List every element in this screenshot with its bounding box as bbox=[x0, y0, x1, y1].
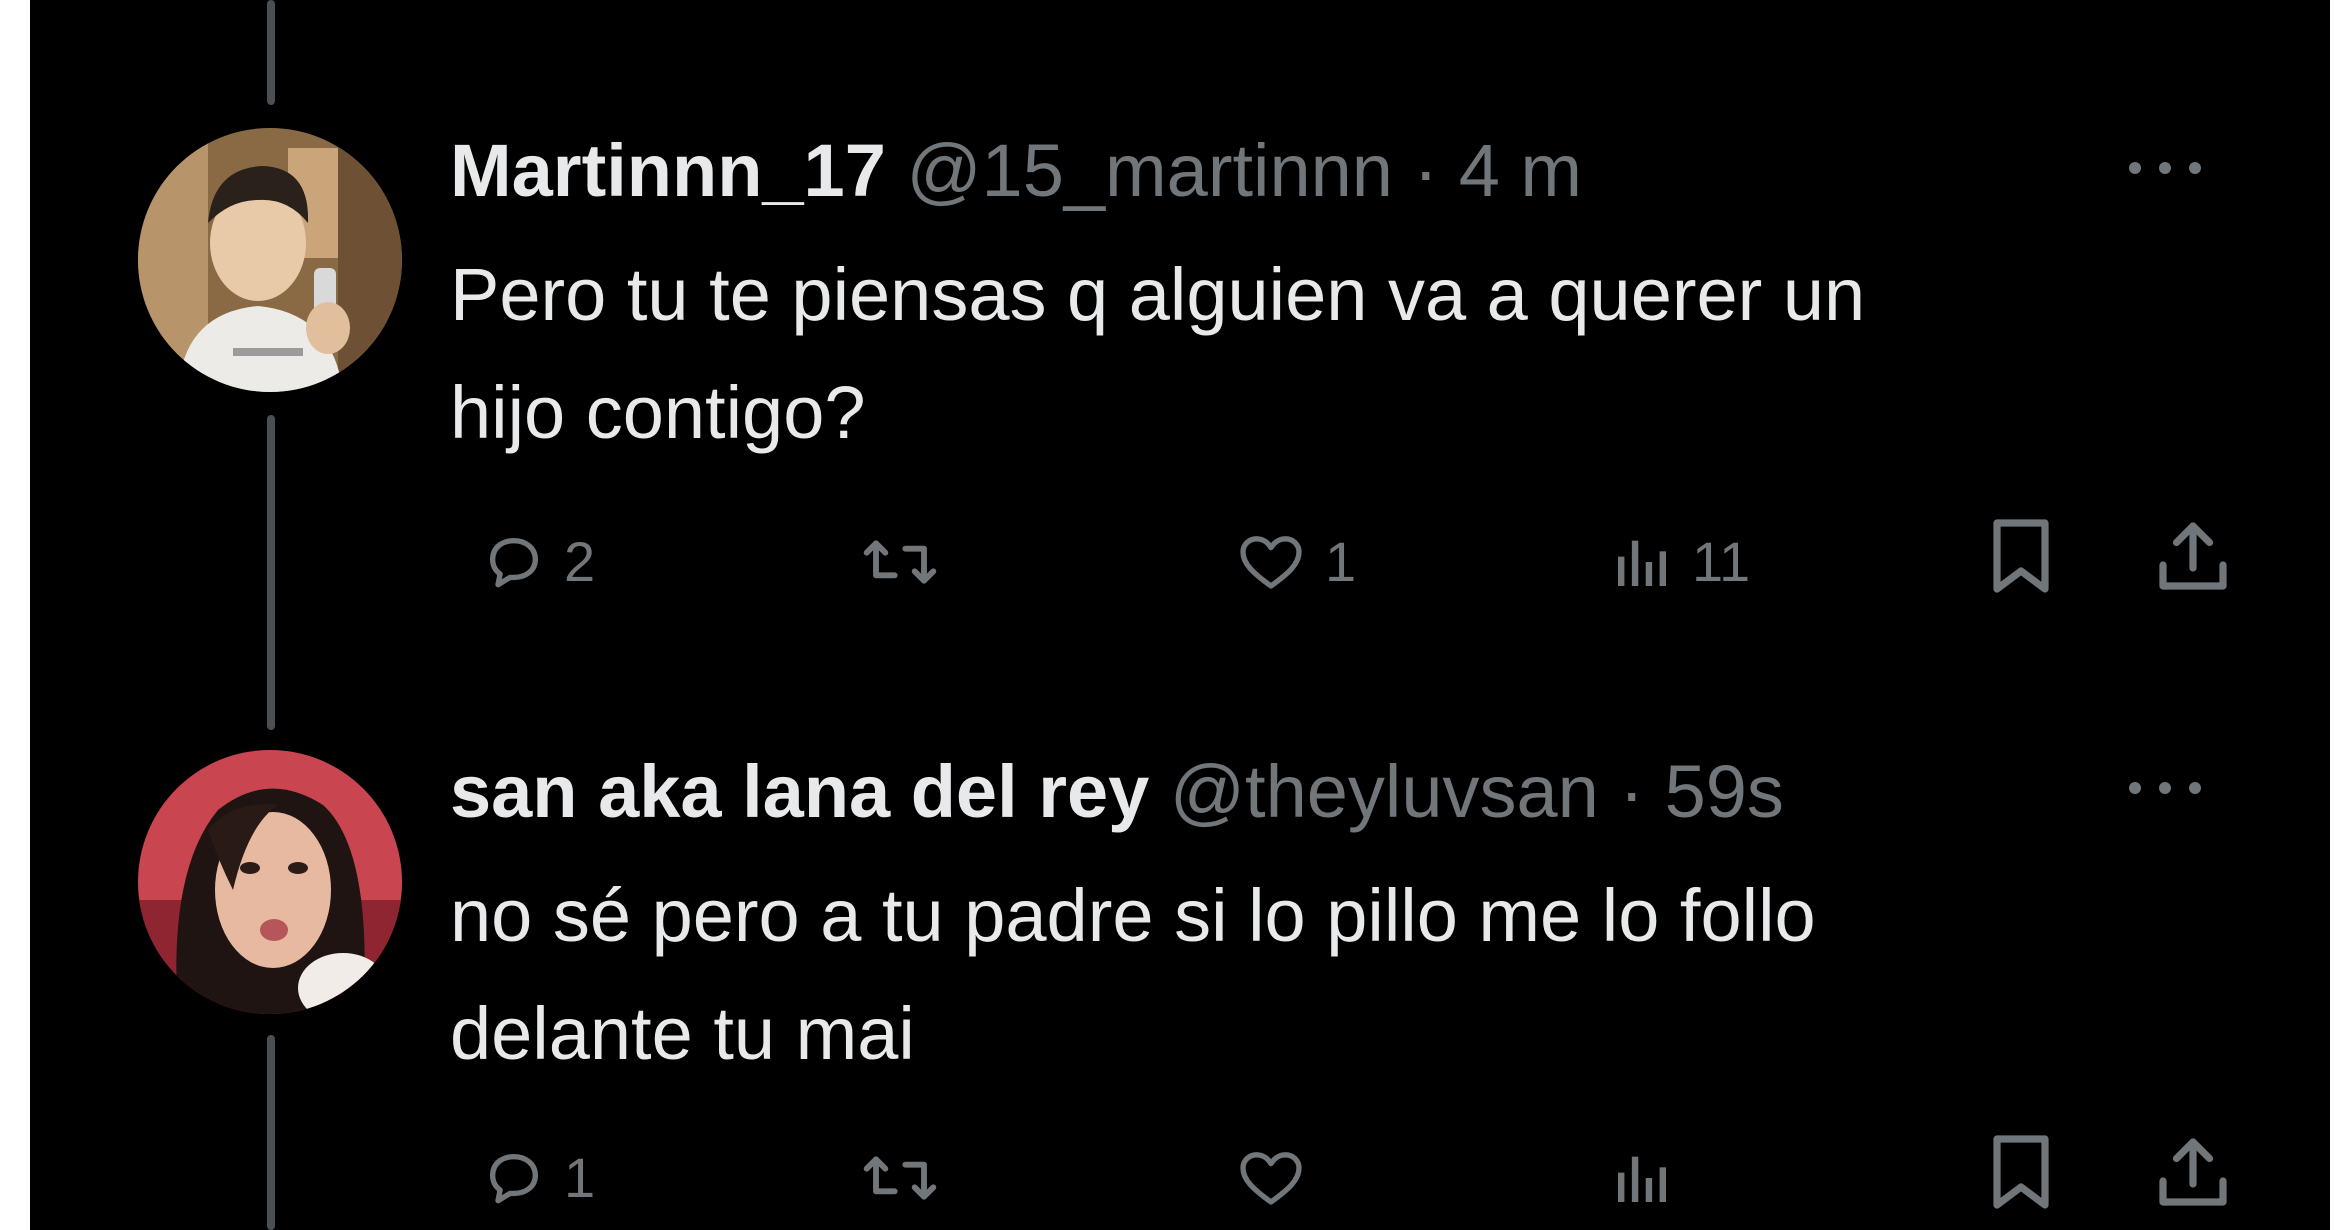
tweet-text: no sé pero a tu padre si lo pillo me lo … bbox=[450, 857, 2250, 1093]
more-dots-icon[interactable] bbox=[2120, 773, 2210, 803]
heart-icon bbox=[1240, 1152, 1302, 1205]
retweet-icon bbox=[863, 1156, 937, 1200]
tweet-text: Pero tu te piensas q alguien va a querer… bbox=[450, 236, 2250, 472]
like-button[interactable]: 1 bbox=[1235, 522, 1356, 602]
reply-bubble-icon bbox=[490, 1154, 538, 1204]
avatar-girl-selfie-icon bbox=[138, 750, 402, 1014]
tweet-text-line: no sé pero a tu padre si lo pillo me lo … bbox=[450, 874, 1816, 957]
reply-button[interactable]: 1 bbox=[482, 1138, 595, 1218]
reply-count: 2 bbox=[564, 530, 596, 593]
tweet[interactable]: Martinnn_17 @15_martinnn · 4 m Pero tu t… bbox=[30, 0, 2330, 620]
separator-dot: · bbox=[1619, 750, 1645, 833]
share-button[interactable] bbox=[2153, 1132, 2233, 1212]
heart-icon bbox=[1240, 536, 1302, 589]
avatar-boy-selfie-icon bbox=[138, 128, 402, 392]
user-handle[interactable]: @theyluvsan bbox=[1170, 750, 1599, 833]
views-button[interactable]: 11 bbox=[1610, 522, 1750, 602]
bookmark-button[interactable] bbox=[1985, 1132, 2057, 1212]
views-button[interactable] bbox=[1610, 1138, 1692, 1218]
display-name[interactable]: san aka lana del rey bbox=[450, 750, 1149, 833]
like-button[interactable] bbox=[1235, 1138, 1325, 1218]
views-count: 11 bbox=[1692, 530, 1751, 593]
timestamp[interactable]: 4 m bbox=[1459, 129, 1582, 212]
tweet-header: Martinnn_17 @15_martinnn · 4 m bbox=[450, 126, 1582, 216]
avatar[interactable] bbox=[138, 750, 402, 1014]
share-upload-icon bbox=[2159, 1138, 2227, 1206]
reply-count: 1 bbox=[564, 1146, 596, 1209]
user-handle[interactable]: @15_martinnn bbox=[906, 129, 1393, 212]
reply-button[interactable]: 2 bbox=[482, 522, 595, 602]
retweet-button[interactable] bbox=[860, 522, 958, 602]
views-bars-icon bbox=[1618, 540, 1666, 586]
like-count: 1 bbox=[1325, 530, 1357, 593]
tweet-text-line: Pero tu te piensas q alguien va a querer… bbox=[450, 253, 1866, 336]
retweet-button[interactable] bbox=[860, 1138, 958, 1218]
tweet-text-line: hijo contigo? bbox=[450, 371, 866, 454]
bookmark-button[interactable] bbox=[1985, 516, 2057, 596]
retweet-icon bbox=[863, 540, 937, 584]
views-bars-icon bbox=[1618, 1156, 1666, 1202]
share-upload-icon bbox=[2159, 522, 2227, 590]
tweet-text-line: delante tu mai bbox=[450, 992, 915, 1075]
timeline-screenshot: Martinnn_17 @15_martinnn · 4 m Pero tu t… bbox=[30, 0, 2330, 1230]
tweet[interactable]: san aka lana del rey @theyluvsan · 59s n… bbox=[30, 620, 2330, 1230]
display-name[interactable]: Martinnn_17 bbox=[450, 129, 886, 212]
timestamp[interactable]: 59s bbox=[1665, 750, 1784, 833]
bookmark-icon bbox=[1993, 1135, 2049, 1209]
tweet-header: san aka lana del rey @theyluvsan · 59s bbox=[450, 747, 1784, 837]
separator-dot: · bbox=[1413, 129, 1439, 212]
avatar[interactable] bbox=[138, 128, 402, 392]
reply-bubble-icon bbox=[490, 538, 538, 588]
bookmark-icon bbox=[1993, 519, 2049, 593]
more-dots-icon[interactable] bbox=[2120, 153, 2210, 183]
share-button[interactable] bbox=[2153, 516, 2233, 596]
